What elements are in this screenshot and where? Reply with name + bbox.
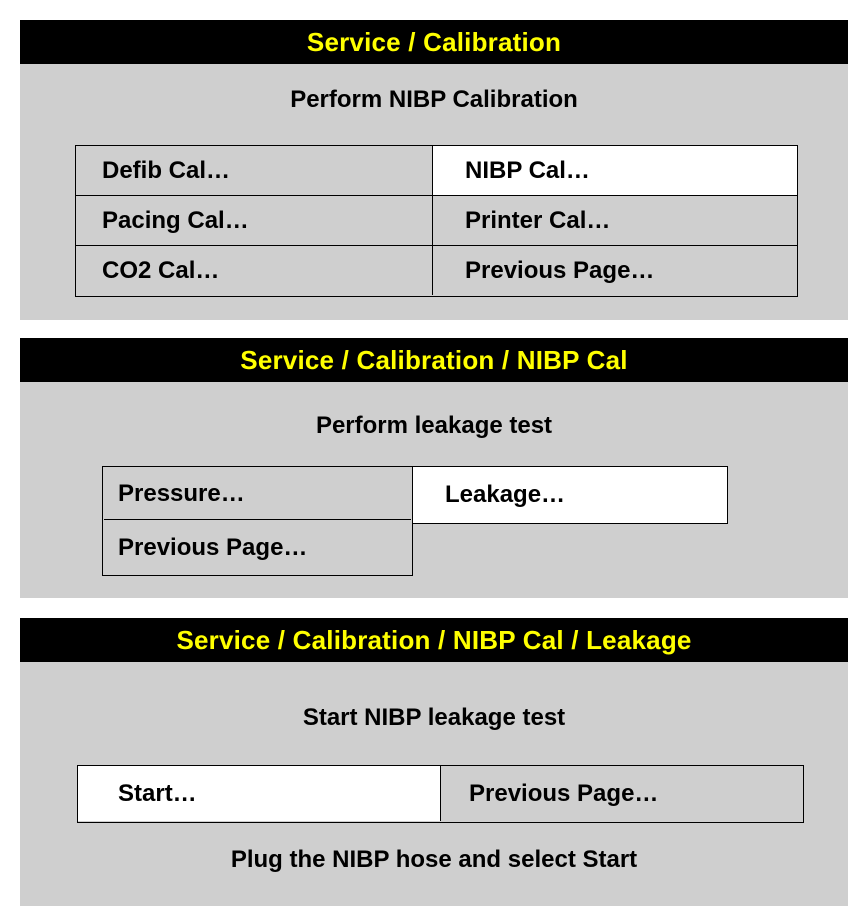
screen-prompt: Perform leakage test	[315, 412, 553, 439]
previous-page-option[interactable]: Previous Page…	[433, 246, 797, 295]
instruction-text: Plug the NIBP hose and select Start	[230, 846, 638, 873]
option-label: Pacing Cal…	[102, 206, 249, 234]
screen-prompt: Perform NIBP Calibration	[290, 86, 578, 113]
leakage-menu: Start… Previous Page…	[77, 765, 804, 823]
option-label: Previous Page…	[465, 256, 655, 284]
calibration-menu: Defib Cal… NIBP Cal… Pacing Cal… Printer…	[75, 145, 798, 297]
calibration-screen: Service / Calibration Perform NIBP Calib…	[20, 20, 848, 320]
screen-prompt: Start NIBP leakage test	[302, 704, 566, 731]
option-label: Printer Cal…	[465, 206, 611, 234]
leakage-screen: Service / Calibration / NIBP Cal / Leaka…	[20, 618, 848, 906]
nibp-cal-screen: Service / Calibration / NIBP Cal Perform…	[20, 338, 848, 598]
option-label: Previous Page…	[118, 534, 308, 561]
defib-cal-option[interactable]: Defib Cal…	[76, 146, 433, 196]
pressure-option[interactable]: Pressure…	[104, 468, 411, 520]
option-label: Defib Cal…	[102, 156, 231, 184]
previous-page-option[interactable]: Previous Page…	[441, 766, 802, 821]
nibp-cal-option[interactable]: NIBP Cal…	[433, 146, 797, 196]
screen-title: Service / Calibration / NIBP Cal	[20, 338, 848, 382]
co2-cal-option[interactable]: CO2 Cal…	[76, 246, 433, 295]
option-label: Start…	[118, 779, 197, 807]
screen-title: Service / Calibration / NIBP Cal / Leaka…	[20, 618, 848, 662]
screen-title: Service / Calibration	[20, 20, 848, 64]
option-label: NIBP Cal…	[465, 156, 590, 184]
pacing-cal-option[interactable]: Pacing Cal…	[76, 196, 433, 246]
option-label: CO2 Cal…	[102, 256, 220, 284]
option-label: Previous Page…	[469, 779, 659, 807]
option-label: Pressure…	[118, 479, 245, 507]
leakage-option[interactable]: Leakage…	[413, 466, 728, 524]
printer-cal-option[interactable]: Printer Cal…	[433, 196, 797, 246]
option-label: Leakage…	[445, 481, 566, 508]
previous-page-option[interactable]: Previous Page…	[104, 522, 411, 574]
start-button[interactable]: Start…	[78, 766, 441, 821]
